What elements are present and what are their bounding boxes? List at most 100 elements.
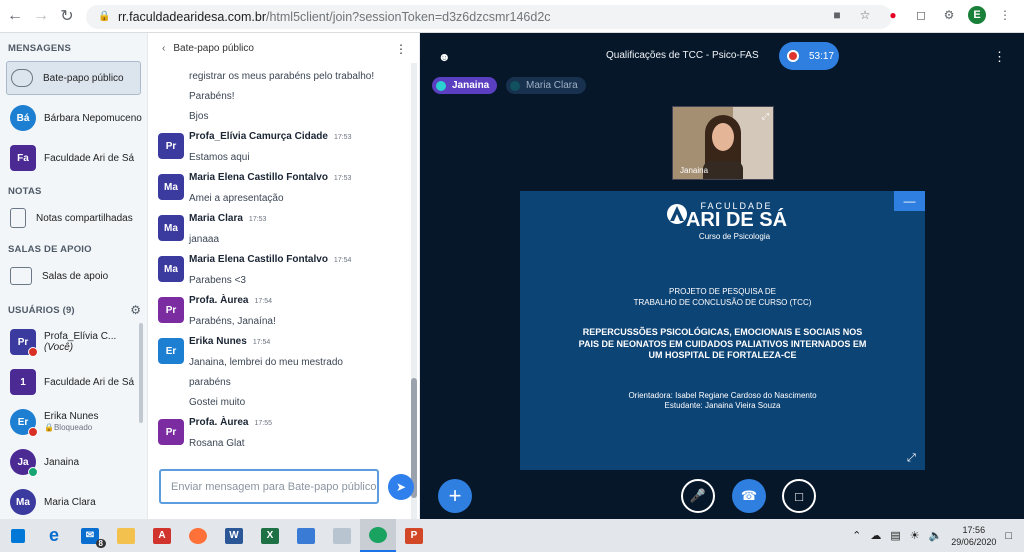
fullscreen-icon[interactable]: ⤢ [907,452,916,465]
avatar: Ma [158,215,184,241]
user-item[interactable]: Ja Janaina [0,442,147,482]
gear-icon[interactable]: ⚙ [130,303,141,317]
windows-taskbar: e ✉ 8 A W X P ⌃ ☁ ▤ ☀ 🔈 17:56 29/06/2020… [0,519,1024,552]
forward-arrow-icon[interactable]: → [30,5,52,27]
talking-indicator[interactable]: Maria Clara [506,77,586,94]
user-item[interactable]: Ma Maria Clara [0,482,147,519]
back-arrow-icon[interactable]: ← [4,5,26,27]
avatar: Pr [10,329,38,357]
mail-badge: 8 [95,539,106,548]
volume-icon[interactable]: 🔈 [929,529,943,542]
wifi-icon[interactable]: ☀ [910,529,920,542]
message-text: Amei a apresentação [189,193,284,204]
private-chat-name: Faculdade Ari de Sá [44,152,135,164]
lock-icon: 🔒 [44,423,54,432]
word-icon[interactable]: W [216,519,252,552]
chat-scrollbar[interactable] [411,63,417,519]
edge-icon[interactable]: e [36,519,72,552]
user-icon[interactable]: ☻ [438,50,452,64]
network-icon[interactable]: ▤ [890,529,900,542]
system-tray: ⌃ ☁ ▤ ☀ 🔈 17:56 29/06/2020 □ [852,519,1024,552]
message-header: Profa. Àurea 17:54 [189,295,408,312]
excel-icon[interactable]: X [252,519,288,552]
message-input-placeholder: Enviar mensagem para Bate-papo público [171,480,377,493]
mute-mic-button[interactable]: 🎤 [681,479,715,513]
user-item[interactable]: Pr Profa_Elívia C... (Você) [0,322,147,362]
paint-icon[interactable] [324,519,360,552]
acrobat-icon[interactable]: A [144,519,180,552]
recording-button[interactable]: 53:17 [779,42,839,70]
avatar: Bá [10,105,36,131]
webcam-video[interactable]: ⤢ Janaina [672,106,774,180]
share-webcam-button[interactable]: □ [782,479,816,513]
chat-options-icon[interactable]: ⋮ [395,42,407,56]
options-menu-icon[interactable]: ⋮ [993,49,1006,65]
talking-indicator[interactable]: Janaina [432,77,498,94]
address-bar[interactable]: 🔒 rr.faculdadearidesa.com.br/html5client… [86,5,892,29]
message-text: Gostei muito [189,397,246,408]
message-text: janaaa [189,234,220,245]
avatar: Ma [10,489,36,515]
onedrive-icon[interactable]: ☁ [870,529,881,542]
clock[interactable]: 17:56 29/06/2020 [951,524,996,548]
user-name: Janaina [44,456,80,468]
clock-date: 29/06/2020 [951,536,997,547]
windows-start-icon[interactable] [0,519,36,552]
send-icon[interactable]: ➤ [388,474,414,500]
instagram-icon[interactable]: ◻ [912,6,930,24]
expand-icon[interactable]: ⤢ [762,111,769,122]
star-icon[interactable]: ☆ [856,6,874,24]
chrome-icon[interactable] [360,519,396,552]
message-header: Maria Clara 17:53 [189,213,408,230]
user-item[interactable]: Er Erika Nunes 🔒Bloqueado [0,402,147,442]
camera-icon[interactable]: ■ [828,6,846,24]
message-time: 17:54 [333,257,352,264]
user-item[interactable]: 1 Faculdade Ari de Sá [0,362,147,402]
message-continuation: registrar os meus parabéns pelo trabalho… [148,71,408,127]
clock-time: 17:56 [962,524,986,535]
private-chat-item[interactable]: Bá Bárbara Nepomuceno [0,98,147,138]
firefox-icon[interactable] [180,519,216,552]
avatar: Pr [158,297,184,323]
breakout-rooms-item[interactable]: Salas de apoio [0,258,147,294]
mic-muted-icon [28,427,38,437]
chat-header[interactable]: ‹ Bate-papo público [148,33,419,63]
file-explorer-icon[interactable] [108,519,144,552]
private-chat-item[interactable]: Fa Faculdade Ari de Sá [0,138,147,178]
leave-audio-button[interactable]: ☎ [732,479,766,513]
shared-notes-item[interactable]: Notas compartilhadas [0,200,147,236]
avatar: Fa [10,145,36,171]
slide-brand: ARI DE SÁ [685,209,788,231]
profile-avatar[interactable]: E [968,6,986,24]
breakout-rooms-label: Salas de apoio [42,270,109,282]
slide-line: TRABALHO DE CONCLUSÃO DE CURSO (TCC) [633,298,812,307]
avatar: Er [158,338,184,364]
messages-section-title: MENSAGENS [8,43,72,54]
avatar: Pr [158,133,184,159]
public-chat-item[interactable]: Bate-papo público [6,61,141,95]
mail-icon[interactable]: ✉ 8 [72,519,108,552]
message-header: Erika Nunes 17:54 [189,336,408,353]
presentation-slide: FACULDADE ARI DE SÁ Curso de Psicologia … [520,191,925,470]
recording-timer: 53:17 [809,50,835,62]
message-text: registrar os meus parabéns pelo trabalho… [189,71,375,82]
menu-dots-icon[interactable]: ⋮ [996,6,1014,24]
message-input[interactable]: Enviar mensagem para Bate-papo público [159,469,379,504]
notifications-icon[interactable]: □ [1005,530,1012,542]
minimize-presentation-button[interactable]: — [894,191,925,211]
message-author: Erika Nunes [189,336,247,347]
extensions-icon[interactable]: ⚙ [940,6,958,24]
browser-toolbar: ← → ↻ 🔒 rr.faculdadearidesa.com.br/html5… [0,0,1024,33]
chat-message: Pr Profa. Àurea 17:55 Rosana Glat [148,417,408,454]
reload-icon[interactable]: ↻ [56,5,78,27]
pinterest-icon[interactable]: ● [884,6,902,24]
shared-notes-label: Notas compartilhadas [36,212,133,224]
chevron-up-icon[interactable]: ⌃ [852,529,861,542]
userlist-scrollbar[interactable] [139,323,143,423]
photos-icon[interactable] [288,519,324,552]
chat-message: Pr Profa. Àurea 17:54 Parabéns, Janaína! [148,295,408,332]
actions-plus-button[interactable]: + [438,479,472,513]
chevron-left-icon[interactable]: ‹ [162,43,165,54]
powerpoint-icon[interactable]: P [396,519,432,552]
mic-muted-icon [28,347,38,357]
